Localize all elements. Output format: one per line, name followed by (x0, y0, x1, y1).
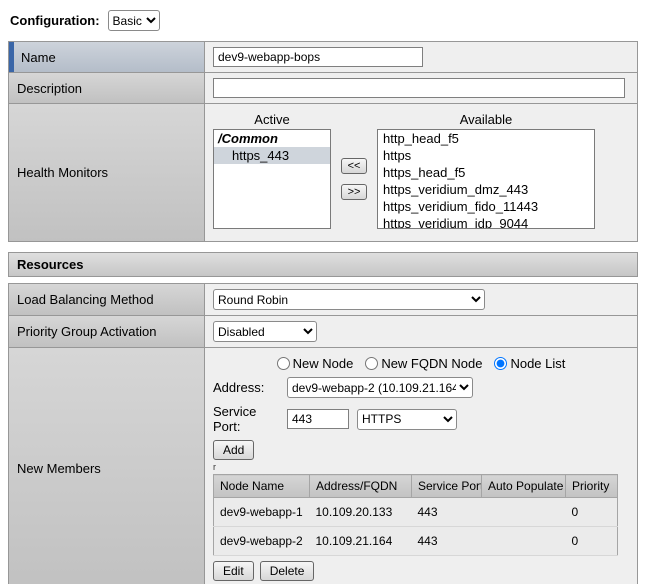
configuration-label: Configuration: (10, 13, 100, 28)
priority-group-row: Priority Group Activation Disabled (9, 316, 637, 348)
radio-node-list[interactable]: Node List (494, 356, 565, 371)
available-list-header: Available (377, 112, 595, 127)
available-monitor-item[interactable]: https_veridium_dmz_443 (378, 181, 594, 198)
available-monitor-item[interactable]: http_head_f5 (378, 130, 594, 147)
members-table: Node NameAddress/FQDNService PortAuto Po… (213, 474, 618, 556)
resources-table: Load Balancing Method Round Robin Priori… (8, 283, 638, 584)
member-row[interactable]: dev9-webapp-110.109.20.1334430 (214, 498, 618, 527)
configuration-row: Configuration: Basic (10, 10, 638, 31)
available-monitor-item[interactable]: https_veridium_fido_11443 (378, 198, 594, 215)
radio-new-node[interactable]: New Node (277, 356, 354, 371)
active-list-header: Active (213, 112, 331, 127)
move-to-available-button[interactable]: >> (341, 184, 367, 200)
health-monitors-label: Health Monitors (9, 104, 205, 241)
priority-group-select[interactable]: Disabled (213, 321, 317, 342)
available-monitor-item[interactable]: https_veridium_idp_9044 (378, 215, 594, 229)
priority-group-label: Priority Group Activation (9, 316, 205, 347)
health-monitors-row: Health Monitors Active Available /Common… (9, 104, 637, 241)
members-table-head-row: Node NameAddress/FQDNService PortAuto Po… (214, 475, 618, 498)
load-balancing-label: Load Balancing Method (9, 284, 205, 315)
available-monitors-listbox[interactable]: http_head_f5httpshttps_head_f5https_veri… (377, 129, 595, 229)
available-monitor-item[interactable]: https (378, 147, 594, 164)
configuration-select[interactable]: Basic (108, 10, 160, 31)
radio-input[interactable] (494, 357, 507, 370)
load-balancing-row: Load Balancing Method Round Robin (9, 284, 637, 316)
address-select[interactable]: dev9-webapp-2 (10.109.21.164) (287, 377, 473, 398)
move-to-active-button[interactable]: << (341, 158, 367, 174)
available-monitor-item[interactable]: https_head_f5 (378, 164, 594, 181)
radio-new-fqdn-node[interactable]: New FQDN Node (365, 356, 482, 371)
delete-button[interactable]: Delete (260, 561, 315, 581)
address-label: Address: (213, 380, 287, 395)
load-balancing-select[interactable]: Round Robin (213, 289, 485, 310)
resources-section-header: Resources (8, 252, 638, 277)
service-port-input[interactable] (287, 409, 349, 429)
active-monitors-listbox[interactable]: /Commonhttps_443 (213, 129, 331, 229)
name-input[interactable] (213, 47, 423, 67)
member-row[interactable]: dev9-webapp-210.109.21.1644430 (214, 527, 618, 556)
node-option-radios: New Node New FQDN Node Node List (213, 356, 629, 371)
add-button[interactable]: Add (213, 440, 254, 460)
general-properties-table: Name Description Health Monitors Active … (8, 41, 638, 242)
members-table-body: dev9-webapp-110.109.20.1334430dev9-webap… (214, 498, 618, 556)
new-members-row: New Members New Node New FQDN Node Node Li… (9, 348, 637, 584)
edit-button[interactable]: Edit (213, 561, 254, 581)
description-input[interactable] (213, 78, 625, 98)
pool-configuration-page: Configuration: Basic Name Description He… (0, 0, 646, 584)
service-port-label: Service Port: (213, 404, 287, 434)
monitor-partition-label: /Common (214, 130, 330, 147)
active-monitor-item[interactable]: https_443 (214, 147, 330, 164)
description-label: Description (9, 73, 205, 103)
stray-text: r (213, 463, 629, 472)
radio-input[interactable] (277, 357, 290, 370)
name-label: Name (9, 42, 205, 72)
monitor-move-buttons: << >> (337, 129, 371, 229)
radio-input[interactable] (365, 357, 378, 370)
name-row: Name (9, 42, 637, 73)
description-row: Description (9, 73, 637, 104)
new-members-label: New Members (9, 348, 205, 584)
service-type-select[interactable]: HTTPS (357, 409, 457, 430)
